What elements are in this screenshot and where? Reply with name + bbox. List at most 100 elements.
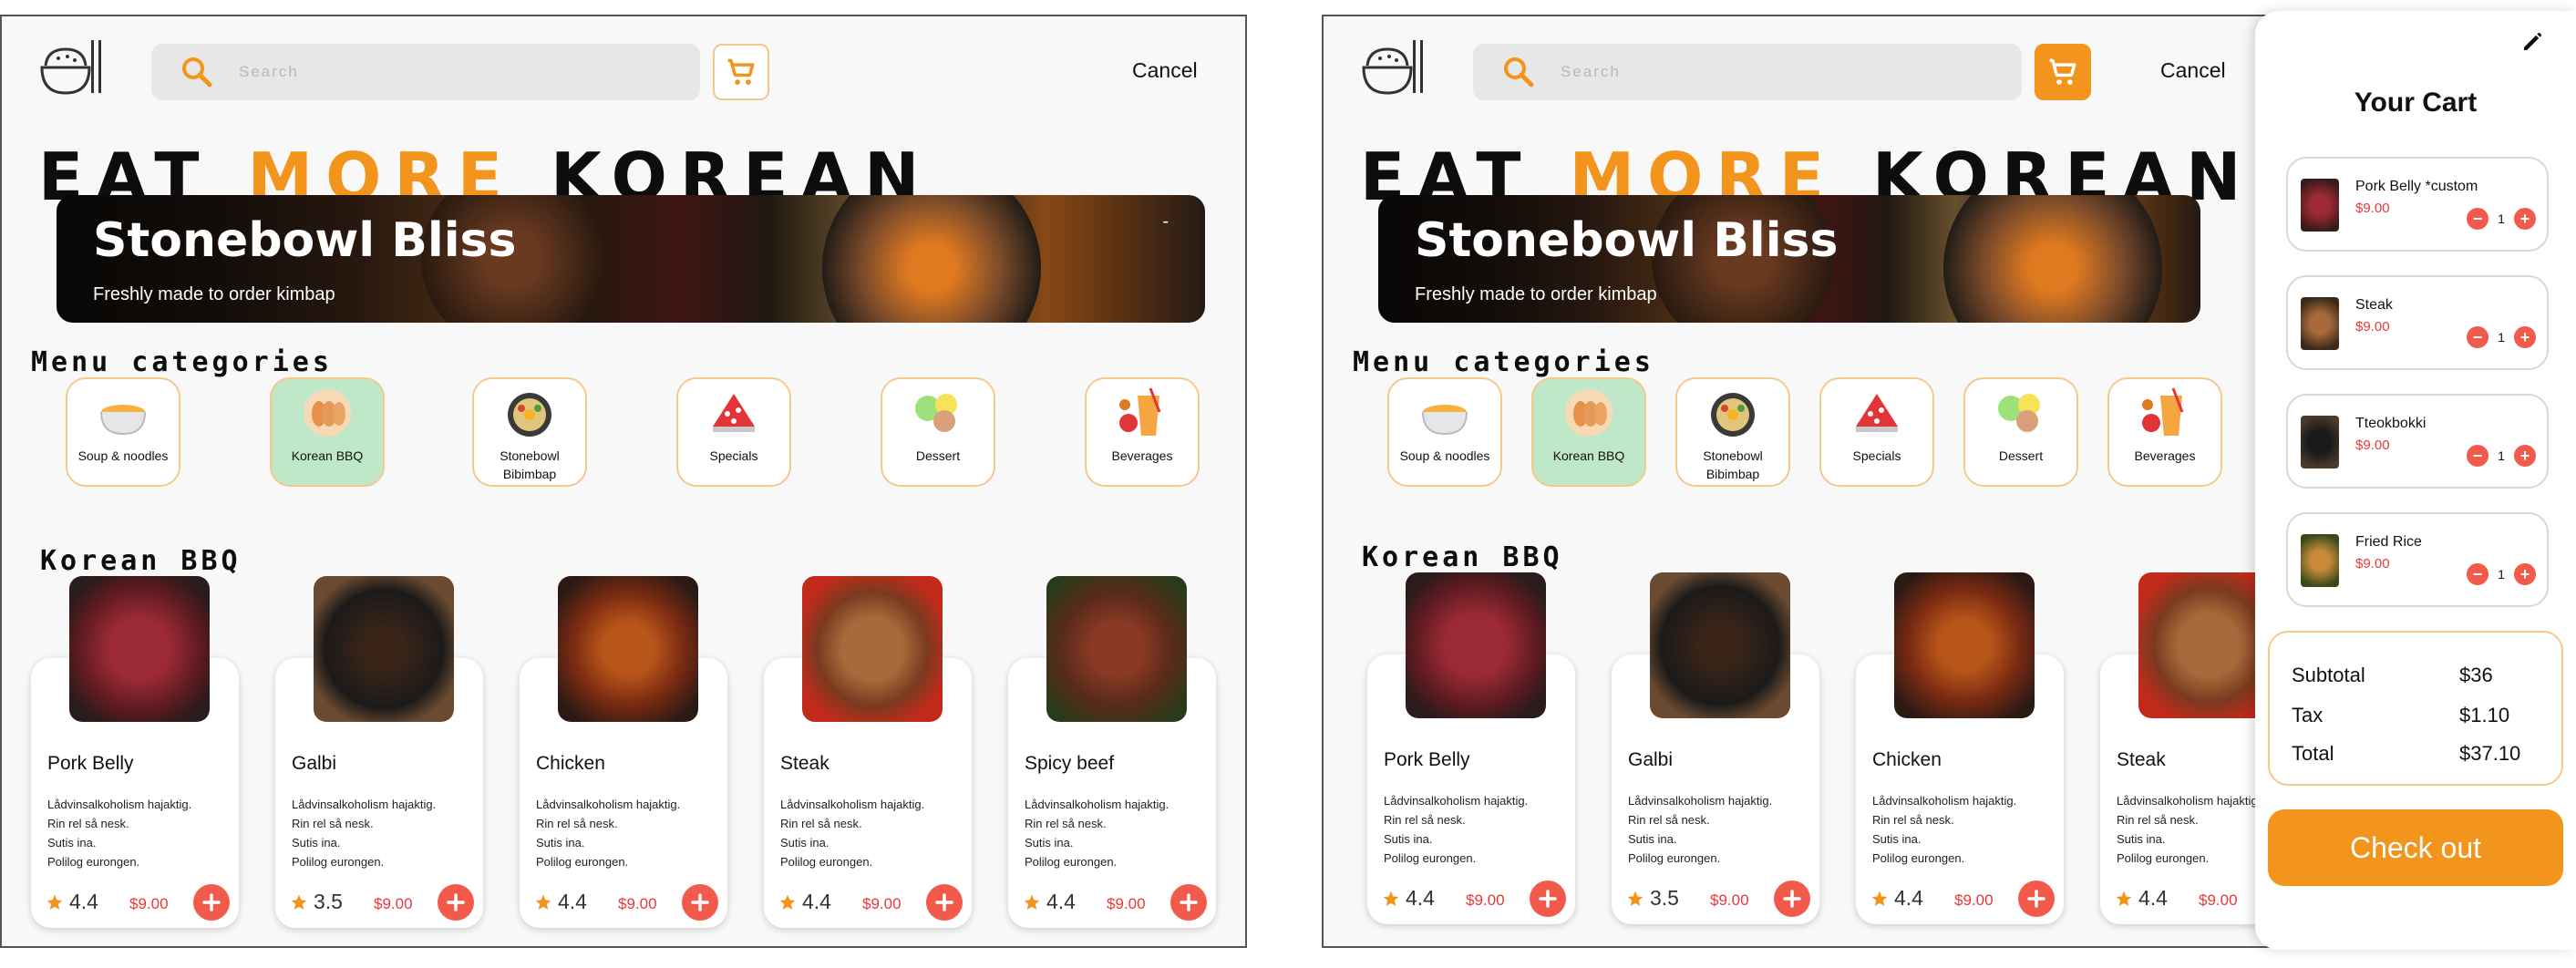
add-to-cart-button[interactable] bbox=[926, 884, 963, 921]
product-price: $9.00 bbox=[1107, 895, 1146, 912]
add-to-cart-button[interactable] bbox=[1530, 880, 1566, 917]
subtotal-value: $36 bbox=[2459, 664, 2493, 686]
product-rating: 4.4 bbox=[1382, 886, 1435, 911]
rating-value: 4.4 bbox=[1894, 886, 1923, 910]
star-icon bbox=[46, 894, 63, 910]
cancel-link[interactable]: Cancel bbox=[1132, 58, 1198, 83]
category-label: Beverages bbox=[1111, 448, 1173, 463]
cart-item-name: Fried Rice bbox=[2355, 534, 2422, 550]
product-card-galbi[interactable]: Galbi Lådvinsalkoholism hajaktig. Rin rel… bbox=[1612, 572, 1819, 924]
add-to-cart-button[interactable] bbox=[1774, 880, 1810, 917]
category-stonebowl-bibimbap[interactable]: Stonebowl Bibimbap bbox=[1675, 377, 1790, 487]
promo-banner[interactable]: Stonebowl Bliss Freshly made to order ki… bbox=[57, 195, 1205, 323]
category-dessert[interactable]: Dessert bbox=[881, 377, 995, 487]
category-korean-bbq[interactable]: Korean BBQ bbox=[1531, 377, 1646, 487]
category-soup-noodles[interactable]: Soup & noodles bbox=[1387, 377, 1502, 487]
search-bar[interactable]: Search bbox=[151, 44, 700, 100]
add-to-cart-button[interactable] bbox=[193, 884, 230, 921]
shopping-cart-icon bbox=[2049, 58, 2076, 85]
cart-item[interactable]: Pork Belly *custom $9.00 − 1 + bbox=[2286, 157, 2549, 252]
cart-item-photo bbox=[2301, 534, 2339, 587]
decrease-quantity-button[interactable]: − bbox=[2467, 208, 2488, 230]
checkout-button[interactable]: Check out bbox=[2268, 809, 2563, 886]
rating-value: 4.4 bbox=[558, 890, 587, 913]
increase-quantity-button[interactable]: + bbox=[2514, 208, 2536, 230]
promo-banner[interactable]: Stonebowl Bliss Freshly made to order ki… bbox=[1378, 195, 2200, 323]
category-stonebowl-bibimbap[interactable]: Stonebowl Bibimbap bbox=[472, 377, 587, 487]
quantity-value: 1 bbox=[2498, 211, 2505, 226]
cart-item[interactable]: Tteokbokki $9.00 − 1 + bbox=[2286, 394, 2549, 489]
tax-value: $1.10 bbox=[2459, 704, 2510, 726]
increase-quantity-button[interactable]: + bbox=[2514, 326, 2536, 348]
category-beverages[interactable]: Beverages bbox=[2107, 377, 2222, 487]
product-name: Galbi bbox=[1628, 749, 1674, 770]
cart-item-price: $9.00 bbox=[2355, 438, 2390, 453]
add-to-cart-button[interactable] bbox=[2018, 880, 2055, 917]
product-card-galbi[interactable]: Galbi Lådvinsalkoholism hajaktig. Rin rel… bbox=[275, 576, 483, 928]
product-rating: 4.4 bbox=[778, 890, 831, 914]
star-icon bbox=[2116, 891, 2132, 906]
product-price: $9.00 bbox=[374, 895, 413, 912]
total-value: $37.10 bbox=[2459, 742, 2521, 765]
rating-value: 4.4 bbox=[1046, 890, 1076, 913]
product-card-spicy-beef[interactable]: Spicy beef Lådvinsalkoholism hajaktig. Ri… bbox=[1008, 576, 1216, 928]
cart-button[interactable] bbox=[2035, 44, 2091, 100]
cart-button[interactable] bbox=[713, 44, 769, 100]
bibimbap-pan-icon bbox=[508, 393, 551, 437]
category-dessert[interactable]: Dessert bbox=[1963, 377, 2078, 487]
cancel-link[interactable]: Cancel bbox=[2160, 58, 2226, 83]
product-photo bbox=[1650, 572, 1790, 718]
rating-value: 4.4 bbox=[1406, 886, 1435, 910]
category-specials[interactable]: Specials bbox=[1819, 377, 1934, 487]
category-label: Dessert bbox=[915, 448, 961, 463]
increase-quantity-button[interactable]: + bbox=[2514, 563, 2536, 585]
rice-bowl-utensils-logo-icon bbox=[40, 40, 101, 95]
product-card-pork-belly[interactable]: Pork Belly Lådvinsalkoholism hajaktig. Ri… bbox=[1367, 572, 1575, 924]
plus-icon bbox=[935, 893, 953, 911]
add-to-cart-button[interactable] bbox=[438, 884, 474, 921]
pencil-edit-icon[interactable] bbox=[2519, 27, 2547, 55]
product-name: Pork Belly bbox=[1384, 749, 1470, 770]
category-beverages[interactable]: Beverages bbox=[1085, 377, 1200, 487]
quantity-stepper: − 1 + bbox=[2467, 208, 2536, 230]
product-card-chicken[interactable]: Chicken Lådvinsalkoholism hajaktig. Rin r… bbox=[1856, 572, 2064, 924]
quantity-value: 1 bbox=[2498, 330, 2505, 345]
product-name: Steak bbox=[2117, 749, 2166, 770]
category-soup-noodles[interactable]: Soup & noodles bbox=[66, 377, 180, 487]
product-price: $9.00 bbox=[1954, 891, 1994, 909]
product-photo bbox=[802, 576, 943, 722]
decrease-quantity-button[interactable]: − bbox=[2467, 445, 2488, 467]
category-specials[interactable]: Specials bbox=[676, 377, 791, 487]
star-icon bbox=[291, 894, 307, 910]
total-row: Total $37.10 bbox=[2292, 742, 2547, 766]
increase-quantity-button[interactable]: + bbox=[2514, 445, 2536, 467]
beverages-icon bbox=[1119, 387, 1161, 436]
category-label: Stonebowl Bibimbap bbox=[1703, 448, 1763, 481]
category-korean-bbq[interactable]: Korean BBQ bbox=[270, 377, 385, 487]
add-to-cart-button[interactable] bbox=[682, 884, 718, 921]
cart-item[interactable]: Fried Rice $9.00 − 1 + bbox=[2286, 512, 2549, 607]
product-price: $9.00 bbox=[862, 895, 902, 912]
decrease-quantity-button[interactable]: − bbox=[2467, 563, 2488, 585]
quantity-stepper: − 1 + bbox=[2467, 445, 2536, 467]
search-bar[interactable]: Search bbox=[1473, 44, 2022, 100]
product-name: Chicken bbox=[1872, 749, 1942, 770]
rating-value: 4.4 bbox=[2138, 886, 2168, 910]
add-to-cart-button[interactable] bbox=[1170, 884, 1207, 921]
tax-row: Tax $1.10 bbox=[2292, 704, 2547, 727]
dessert-icon bbox=[1998, 394, 2040, 432]
product-card-steak[interactable]: Steak Lådvinsalkoholism hajaktig. Rin rel… bbox=[764, 576, 972, 928]
cart-item[interactable]: Steak $9.00 − 1 + bbox=[2286, 275, 2549, 370]
order-summary: Subtotal $36 Tax $1.10 Total $37.10 bbox=[2268, 631, 2563, 786]
soup-bowl-icon bbox=[100, 405, 146, 436]
product-card-chicken[interactable]: Chicken Lådvinsalkoholism hajaktig. Rin r… bbox=[520, 576, 727, 928]
product-card-pork-belly[interactable]: Pork Belly Lådvinsalkoholism hajaktig. Ri… bbox=[31, 576, 239, 928]
category-label: Korean BBQ bbox=[1552, 448, 1625, 463]
dessert-icon bbox=[915, 394, 957, 432]
cart-item-price: $9.00 bbox=[2355, 556, 2390, 572]
product-photo bbox=[1406, 572, 1546, 718]
star-icon bbox=[1627, 891, 1643, 906]
section-heading: Korean BBQ bbox=[1362, 541, 1563, 573]
decrease-quantity-button[interactable]: − bbox=[2467, 326, 2488, 348]
shopping-cart-icon bbox=[727, 58, 755, 85]
